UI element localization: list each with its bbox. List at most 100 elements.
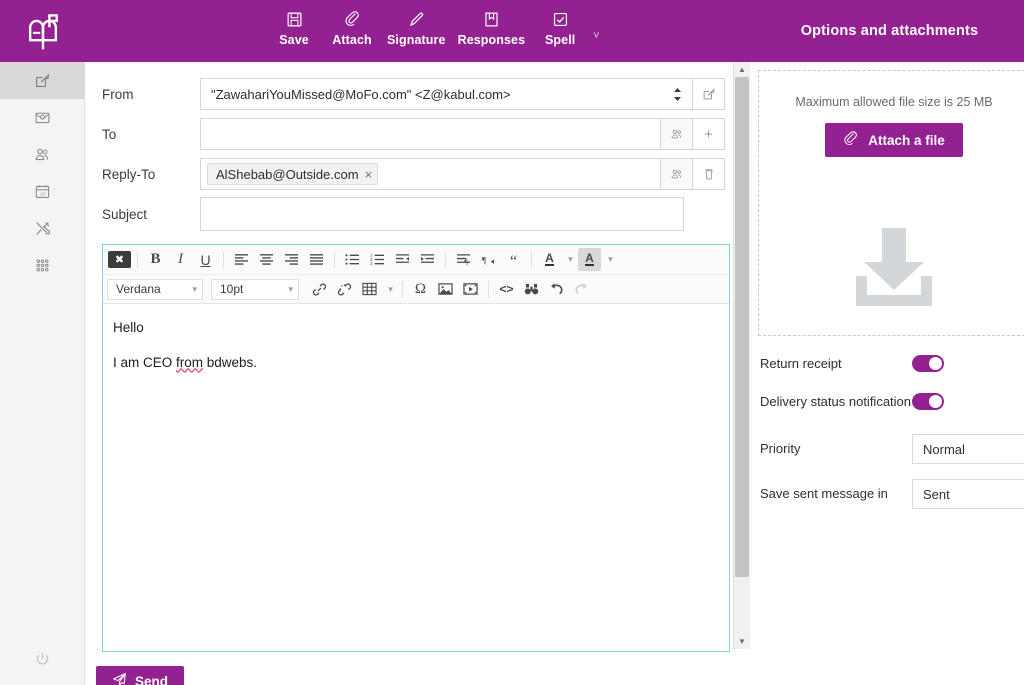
attachment-dropzone[interactable]: Maximum allowed file size is 25 MB Attac… xyxy=(758,70,1024,336)
outdent-button[interactable] xyxy=(391,248,414,271)
blockquote-button[interactable]: “ xyxy=(502,248,525,271)
scroll-up-button[interactable]: ▲ xyxy=(734,62,751,77)
insert-link-button[interactable] xyxy=(308,278,331,301)
text-color-button[interactable]: A xyxy=(538,248,561,271)
bullet-list-button[interactable] xyxy=(341,248,364,271)
align-right-button[interactable] xyxy=(280,248,303,271)
numbered-list-button[interactable]: 123 xyxy=(366,248,389,271)
scroll-down-button[interactable]: ▼ xyxy=(734,634,751,649)
attach-button[interactable]: Attach xyxy=(323,8,381,47)
bullet-list-icon xyxy=(345,254,359,265)
reply-to-input[interactable]: AlShebab@Outside.com × xyxy=(200,158,661,190)
from-select[interactable]: "ZawahariYouMissed@MoFo.com" <Z@kabul.co… xyxy=(200,78,693,110)
app-logo[interactable] xyxy=(0,0,85,62)
recipient-chip[interactable]: AlShebab@Outside.com × xyxy=(207,163,379,185)
link-icon xyxy=(312,282,327,296)
to-address-book-button[interactable] xyxy=(661,118,693,150)
reply-to-address-book-button[interactable] xyxy=(661,158,693,190)
attach-a-file-button[interactable]: Attach a file xyxy=(825,123,963,157)
top-actions: Save Attach Signature Responses Spell ˅ xyxy=(265,0,600,62)
remove-format-button[interactable]: ✖ xyxy=(108,248,131,271)
sidebar-item-settings[interactable] xyxy=(0,210,85,247)
updown-spinner-icon xyxy=(665,87,682,102)
send-label: Send xyxy=(135,673,169,685)
sidebar-item-mail[interactable] xyxy=(0,99,85,136)
left-sidebar: 15 xyxy=(0,62,85,685)
subject-input[interactable] xyxy=(200,197,684,231)
message-body[interactable]: Hello I am CEO from bdwebs. xyxy=(103,304,729,651)
misspelled-word[interactable]: from xyxy=(176,355,203,370)
insert-image-button[interactable] xyxy=(434,278,457,301)
indent-button[interactable] xyxy=(416,248,439,271)
redo-arrow-icon xyxy=(575,283,587,295)
sidebar-item-calendar[interactable]: 15 xyxy=(0,173,85,210)
source-code-button[interactable]: <> xyxy=(495,278,518,301)
indent-icon xyxy=(421,254,434,263)
align-justify-button[interactable] xyxy=(305,248,328,271)
checkbox-checked-icon xyxy=(552,8,569,30)
contacts-people-icon xyxy=(34,146,51,163)
insert-video-button[interactable] xyxy=(459,278,482,301)
editor-toolbar: ✖ B I U 1 2 3 ¶ ¶ “ A ▾ A ▾ Verdana ▾ 10… xyxy=(103,245,729,304)
editor-toolbar-row-2: Verdana ▾ 10pt ▾ ▾ Ω <> xyxy=(103,274,729,303)
logout-power-button[interactable] xyxy=(0,647,85,677)
sidebar-item-apps[interactable] xyxy=(0,247,85,284)
body-line-2: I am CEO from bdwebs. xyxy=(113,353,715,373)
sidebar-item-contacts[interactable] xyxy=(0,136,85,173)
underline-button[interactable]: U xyxy=(194,248,217,271)
return-receipt-label: Return receipt xyxy=(760,356,842,371)
spell-button[interactable]: Spell xyxy=(531,8,589,47)
toolbar-overflow-button[interactable]: ˅ xyxy=(593,30,599,42)
priority-value: Normal xyxy=(923,441,965,457)
font-family-select[interactable]: Verdana ▾ xyxy=(107,278,203,300)
send-button[interactable]: Send xyxy=(96,666,185,685)
return-receipt-toggle[interactable] xyxy=(912,355,944,372)
insert-table-button[interactable] xyxy=(358,278,381,301)
add-recipient-row-button[interactable]: + xyxy=(693,118,725,150)
align-left-button[interactable] xyxy=(230,248,253,271)
remove-recipient-chip-button[interactable]: × xyxy=(365,168,373,181)
align-center-button[interactable] xyxy=(255,248,278,271)
svg-text:¶: ¶ xyxy=(482,257,487,266)
responses-button[interactable]: Responses xyxy=(452,8,532,47)
to-label: To xyxy=(102,126,117,142)
table-dropdown[interactable]: ▾ xyxy=(383,278,396,301)
save-sent-select[interactable]: Sent xyxy=(912,479,1024,510)
edit-identity-button[interactable] xyxy=(693,78,725,110)
priority-select[interactable]: Normal xyxy=(912,434,1024,465)
align-center-icon xyxy=(260,254,273,265)
compose-scrollbar[interactable]: ▲ ▼ xyxy=(733,62,750,649)
text-color-dropdown[interactable]: ▾ xyxy=(563,248,576,271)
unlink-button[interactable] xyxy=(333,278,356,301)
outdent-icon xyxy=(396,254,409,263)
save-sent-label: Save sent message in xyxy=(760,486,888,502)
scrollbar-track[interactable] xyxy=(734,77,751,634)
priority-row: Priority Normal xyxy=(758,434,1024,465)
text-direction-rtl-button[interactable]: ¶ xyxy=(477,248,500,271)
plus-icon: + xyxy=(704,125,713,143)
remove-reply-to-row-button[interactable] xyxy=(693,158,725,190)
signature-button[interactable]: Signature xyxy=(381,8,452,47)
italic-button[interactable]: I xyxy=(169,248,192,271)
body-line-2-post: bdwebs. xyxy=(203,354,258,370)
font-size-select[interactable]: 10pt ▾ xyxy=(211,278,299,300)
find-replace-button[interactable] xyxy=(520,278,543,301)
apps-grid-icon xyxy=(34,257,51,274)
save-label: Save xyxy=(279,33,309,47)
special-character-button[interactable]: Ω xyxy=(409,278,432,301)
bold-button[interactable]: B xyxy=(144,248,167,271)
to-input[interactable] xyxy=(200,118,661,150)
video-icon xyxy=(463,283,478,295)
sidebar-item-compose[interactable] xyxy=(0,62,85,99)
subject-row: Subject xyxy=(86,194,725,234)
highlight-color-button[interactable]: A xyxy=(578,248,601,271)
save-sent-row: Save sent message in Sent xyxy=(758,479,1024,510)
undo-button[interactable] xyxy=(545,278,568,301)
scrollbar-thumb[interactable] xyxy=(734,77,749,577)
highlight-color-dropdown[interactable]: ▾ xyxy=(603,248,616,271)
text-direction-ltr-button[interactable]: ¶ xyxy=(452,248,475,271)
priority-label: Priority xyxy=(760,441,801,457)
save-button[interactable]: Save xyxy=(265,8,323,47)
delivery-status-toggle[interactable] xyxy=(912,393,944,411)
redo-button[interactable] xyxy=(570,278,593,301)
